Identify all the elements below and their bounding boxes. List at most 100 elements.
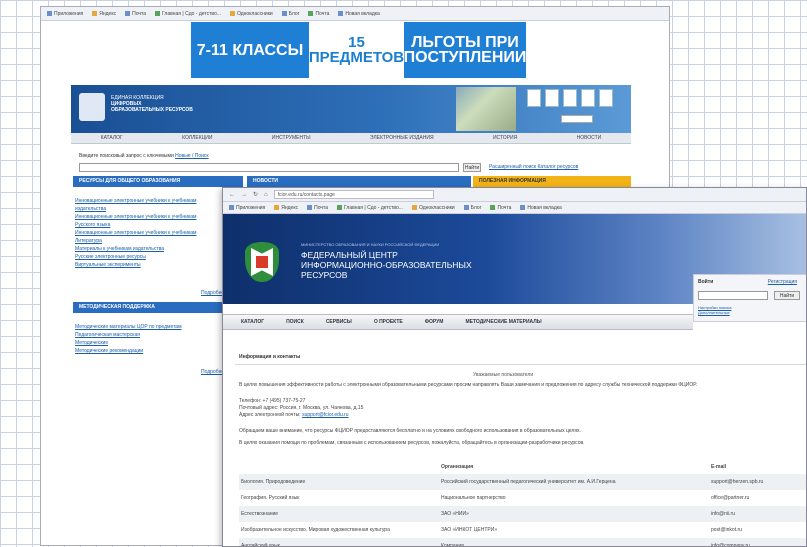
bookmark-apps[interactable]: Приложения [229,205,265,211]
table-cell-email[interactable]: info@nii.ru [709,506,806,522]
list-item[interactable]: издательства [75,205,196,213]
tab-icon [520,205,526,210]
nav-item[interactable]: КАТАЛОГ [235,317,270,327]
site-header: ЕДИНАЯ КОЛЛЕКЦИЯ ЦИФРОВЫХ ОБРАЗОВАТЕЛЬНЫ… [71,85,631,133]
list-item[interactable]: Инновационные электронные учебники к уче… [75,213,196,221]
list-item[interactable]: Материалы к учебникам издательства [75,245,196,253]
bookmark-mail[interactable]: Почта [125,11,146,17]
nav-item[interactable]: СЕРВИСЫ [320,317,358,327]
fcior-nav: КАТАЛОГ ПОИСК СЕРВИСЫ О ПРОЕКТЕ ФОРУМ МЕ… [223,314,693,330]
back-icon[interactable]: ← [229,192,235,198]
table-cell-email[interactable]: info@company.ru [709,538,806,546]
table-cell: Компания [439,538,709,546]
quick-link[interactable] [581,89,595,107]
banner-benefits: ЛЬГОТЫ ПРИ ПОСТУПЛЕНИИ [404,22,526,78]
table-row: Изобразительное искусство. Мировая худож… [239,522,806,538]
list-item[interactable]: Инновационные электронные учебники к уче… [75,197,196,205]
nav-item[interactable]: ИСТОРИЯ [493,135,517,141]
nav-item[interactable]: КОЛЛЕКЦИИ [182,135,212,141]
table-header: Организация [439,460,709,474]
fcior-title-line: ИНФОРМАЦИОННО-ОБРАЗОВАТЕЛЬНЫХ [301,260,472,270]
nav-item[interactable]: НОВОСТИ [577,135,602,141]
login-button[interactable]: Найти [774,291,800,300]
login-link[interactable]: Дополнительные [698,310,731,315]
home-icon[interactable]: ⌂ [264,192,268,198]
fcior-emblem-icon[interactable] [245,242,281,282]
table-cell: Национальное партнерство [439,490,709,506]
contact-email-label: Адрес электронной почты: [239,412,301,418]
register-link[interactable]: Регистрация [768,279,797,285]
site-logo[interactable] [79,93,105,121]
advanced-search-link[interactable]: Расширенный поиск Каталог ресурсов [489,164,578,170]
search-input[interactable] [79,163,459,172]
list-item[interactable]: Методические рекомендации [75,347,182,355]
find-button[interactable]: Найти [463,163,481,172]
nav-item[interactable]: МЕТОДИЧЕСКИЕ МАТЕРИАЛЫ [459,317,547,327]
bookmark-new-tab[interactable]: Новая вкладка [338,11,380,17]
bookmark-blog[interactable]: Блог [463,205,481,211]
bookmark-yandex[interactable]: Яндекс [92,11,116,17]
list-item[interactable]: Педагогическая мастерская [75,331,182,339]
list-item[interactable]: Русские электронные ресурсы [75,253,196,261]
bookmark-yandex[interactable]: Яндекс [274,205,298,211]
table-cell-email[interactable]: office@partner.ru [709,490,806,506]
list-item[interactable]: Методические материалы ЦОР по предметам [75,323,182,331]
quick-link[interactable] [527,89,541,107]
emblem-square [256,256,268,268]
list-item[interactable]: Виртуальные эксперименты [75,261,196,269]
table-row: Биология. Природоведение Российский госу… [239,474,806,490]
bookmark-main[interactable]: Главная | Сдо - детство... [336,205,403,211]
quick-link[interactable] [599,89,613,107]
list-item[interactable]: Русского языка [75,221,196,229]
table-cell: ЗАО «ИНКОТ ЦЕНТРИ» [439,522,709,538]
bookmark-mail2[interactable]: Почта [490,205,511,211]
section-divider [235,364,806,365]
reload-icon[interactable]: ↻ [253,191,258,198]
list-item[interactable]: Инновационные электронные учебники к уче… [75,229,196,237]
panel-head-news: НОВОСТИ [247,176,471,187]
apps-icon [229,205,234,210]
nav-item[interactable]: ФОРУМ [419,317,450,327]
forward-icon[interactable]: → [241,192,247,198]
contacts-table: Организация E-mail Биология. Природоведе… [239,460,806,546]
header-small-button[interactable] [561,115,593,123]
promo-banner[interactable]: 7-11 КЛАССЫ 15 ПРЕДМЕТОВ ЛЬГОТЫ ПРИ ПОСТ… [191,22,526,78]
nav-item[interactable]: КАТАЛОГ [101,135,123,141]
fcior-title-line: ФЕДЕРАЛЬНЫЙ ЦЕНТР [301,250,398,260]
bookmark-ok[interactable]: Одноклассники [229,11,273,17]
search-help-link[interactable]: Новые / Поиск [175,153,208,159]
list-item[interactable]: Методические [75,339,182,347]
contact-address: Почтовый адрес: Россия, г. Москва, ул. Ч… [239,405,364,411]
bookmark-mail[interactable]: Почта [307,205,328,211]
blog-icon [463,205,469,210]
nav-item[interactable]: О ПРОЕКТЕ [368,317,409,327]
list-item[interactable]: Литература [75,237,196,245]
address-bar[interactable]: fcior.edu.ru/contacts.page [273,190,434,199]
site-icon [154,11,160,16]
bookmark-ok[interactable]: Одноклассники [411,205,455,211]
table-cell-email[interactable]: post@inkot.ru [709,522,806,538]
quick-link[interactable] [545,89,559,107]
greeting: Уважаемые пользователи [473,372,534,378]
fcior-title-line: РЕСУРСОВ [301,270,348,280]
table-cell: География. Русский язык [239,490,439,506]
header-photo [456,87,516,131]
bookmark-mail2[interactable]: Почта [308,11,329,17]
nav-item[interactable]: ПОИСК [280,317,310,327]
login-input[interactable] [698,291,768,300]
header-quick-links [527,89,613,107]
bookmark-new-tab[interactable]: Новая вкладка [520,205,562,211]
table-cell-email[interactable]: support@herzen.spb.ru [709,474,806,490]
table-row: Естествознание ЗАО «НИИ» info@nii.ru [239,506,806,522]
nav-item[interactable]: ЭЛЕКТРОННЫЕ ИЗДАНИЯ [370,135,434,141]
contact-email-row: Адрес электронной почты: support@fcior.e… [239,412,799,419]
ok-icon [229,11,235,16]
nav-item[interactable]: ИНСТРУМЕНТЫ [272,135,311,141]
bookmark-apps[interactable]: Приложения [47,11,83,17]
contact-info: Телефон: +7 (495) 737-75-27 Почтовый адр… [239,398,799,419]
bookmark-main[interactable]: Главная | Сдо - детство... [154,11,221,17]
bookmark-blog[interactable]: Блог [281,11,299,17]
contact-email-link[interactable]: support@fcior.edu.ru [302,412,349,418]
quick-link[interactable] [563,89,577,107]
notice-paragraph: Обращаем ваше внимание, что ресурсы ФЦИО… [239,428,581,434]
